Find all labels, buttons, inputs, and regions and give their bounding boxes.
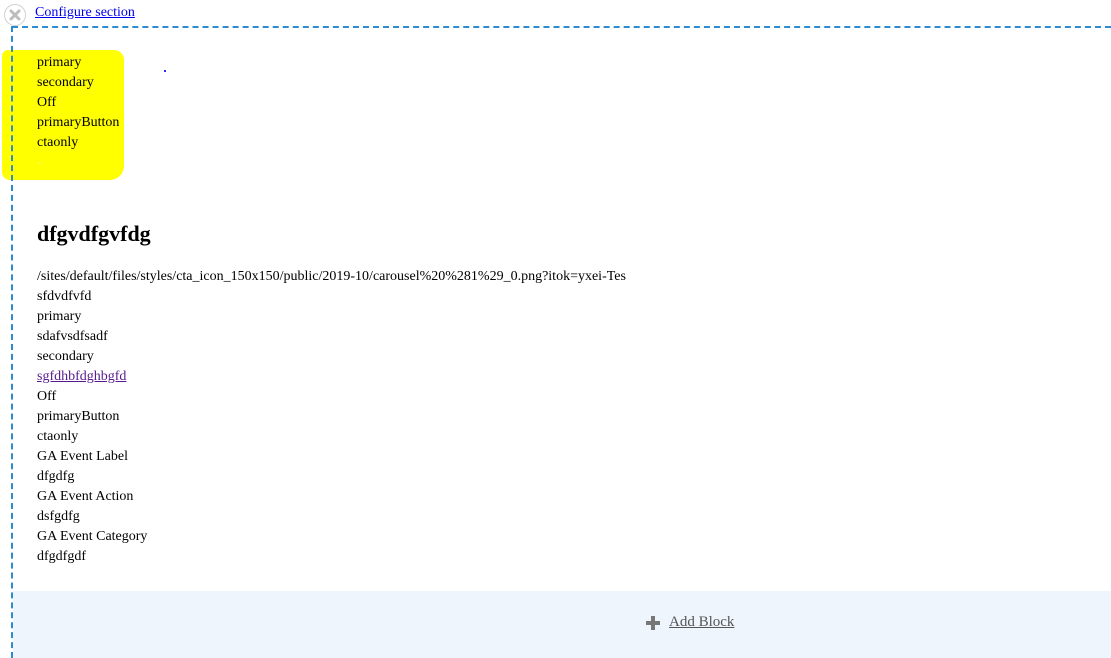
field-label: GA Event Label	[37, 449, 128, 464]
field-value: dfgdfg	[37, 469, 75, 484]
close-icon	[9, 9, 21, 21]
close-section-button[interactable]	[4, 4, 26, 26]
field-image-path: /sites/default/files/styles/cta_icon_150…	[37, 269, 626, 284]
option-item: ctaonly	[37, 135, 79, 150]
add-block-label[interactable]: Add Block	[669, 614, 734, 631]
option-item: primaryButton	[37, 115, 120, 130]
option-item: primary	[37, 55, 82, 70]
stray-dot	[164, 70, 166, 72]
field-value: Off	[37, 389, 57, 404]
field-value: primary	[37, 309, 82, 324]
field-value: sfdvdfvfd	[37, 289, 92, 304]
field-label: GA Event Action	[37, 489, 134, 504]
add-block-button[interactable]: Add Block	[645, 614, 734, 631]
field-link[interactable]: sgfdhbfdghbgfd	[37, 369, 126, 384]
field-value: ctaonly	[37, 429, 79, 444]
option-item: Off	[37, 95, 57, 110]
configure-section-link[interactable]: Configure section	[35, 5, 135, 21]
option-item: secondary	[37, 75, 94, 90]
add-block-region	[13, 591, 1111, 658]
section-outline-top	[12, 26, 1111, 28]
field-value: dsfgdfg	[37, 509, 80, 524]
highlighted-options-list: primary secondary Off primaryButton ctao…	[37, 53, 119, 173]
section-outline-left	[11, 26, 13, 658]
plus-icon	[646, 615, 660, 630]
field-label: GA Event Category	[37, 529, 148, 544]
block-fields: /sites/default/files/styles/cta_icon_150…	[37, 267, 626, 567]
field-value: secondary	[37, 349, 94, 364]
field-value: primaryButton	[37, 409, 120, 424]
option-item: -	[37, 155, 42, 170]
block-title: dfgvdfgvfdg	[37, 221, 151, 246]
field-value: sdafvsdfsadf	[37, 329, 108, 344]
field-link-row: sgfdhbfdghbgfd	[37, 367, 626, 387]
field-value: dfgdfgdf	[37, 549, 86, 564]
